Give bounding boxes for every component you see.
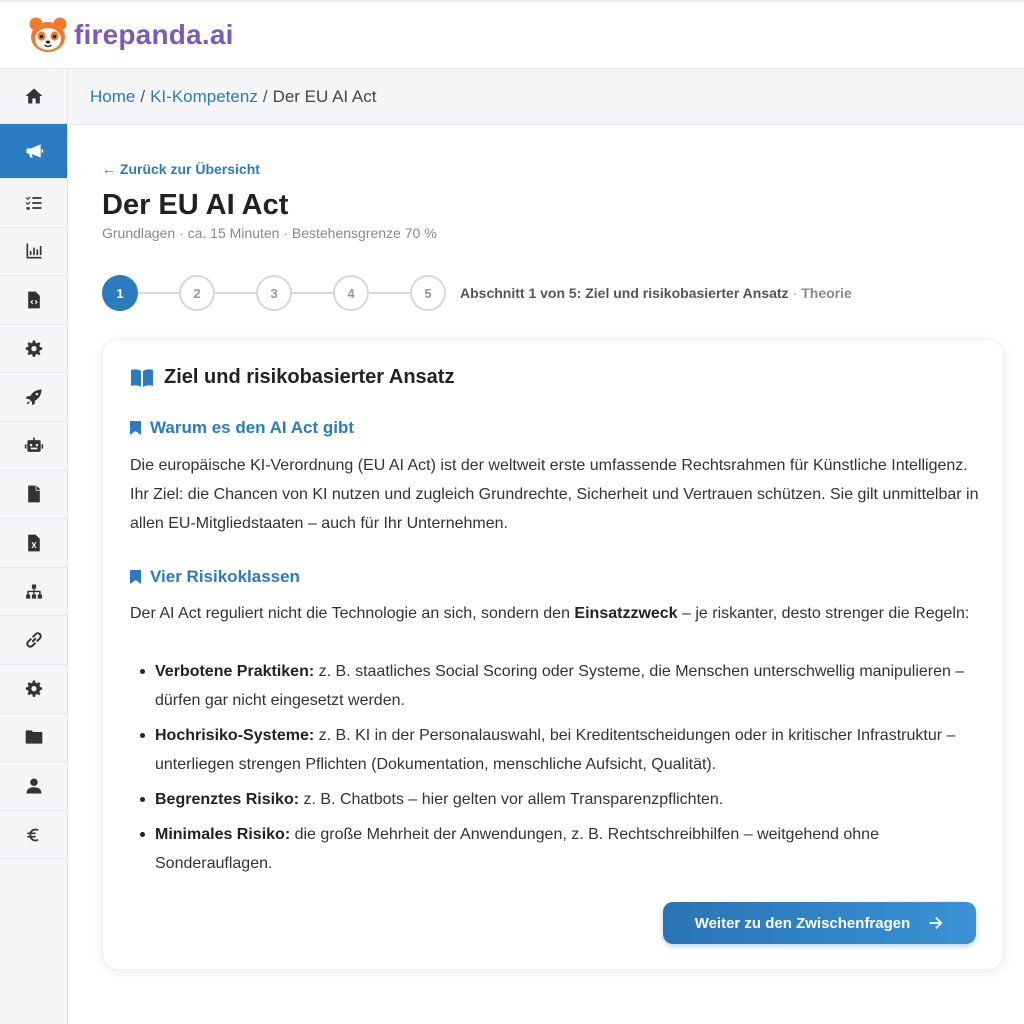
step-3[interactable]: 3 [256, 275, 292, 311]
step-connector [138, 292, 179, 294]
step-1[interactable]: 1 [102, 275, 138, 311]
panda-logo-icon [29, 17, 67, 52]
breadcrumb-separator: / [262, 86, 268, 106]
file-icon [27, 486, 40, 503]
breadcrumb: Home / KI-Kompetenz / Der EU AI Act [68, 69, 1024, 125]
main-content: ← Zurück zur Übersicht Der EU AI Act Gru… [68, 125, 1024, 1024]
list-item: Verbotene Praktiken: z. B. staatliches S… [130, 657, 980, 715]
sidebar-item-announcements[interactable] [0, 124, 67, 179]
step-caption-separator: · [792, 285, 798, 301]
logo[interactable]: firepanda.ai [28, 17, 234, 53]
sidebar-item-links[interactable] [0, 616, 67, 665]
step-connector [369, 292, 410, 294]
sidebar-item-admin-settings[interactable] [0, 665, 67, 714]
brand-name: firepanda.ai [74, 19, 234, 50]
gear-icon [25, 340, 42, 357]
section-heading-text: Warum es den AI Act gibt [150, 418, 355, 437]
risk-class-list: Verbotene Praktiken: z. B. staatliches S… [130, 657, 980, 884]
sidebar-item-code-file[interactable] [0, 276, 67, 325]
sidebar-item-bots[interactable] [0, 422, 67, 471]
breadcrumb-home-link[interactable]: Home [90, 87, 135, 107]
continue-to-questions-button[interactable]: Weiter zu den Zwischenfragen [663, 902, 976, 944]
sidebar [0, 69, 68, 1024]
bar-chart-icon [26, 243, 41, 259]
section-heading-why: Warum es den AI Act gibt [130, 418, 354, 438]
section-text-why: Die europäische KI-Verordnung (EU AI Act… [130, 457, 979, 532]
folder-icon [25, 730, 42, 744]
back-to-overview-link[interactable]: ← Zurück zur Übersicht [102, 161, 260, 177]
home-icon [25, 88, 42, 104]
card-title-text: Ziel und risikobasierter Ansatz [164, 366, 455, 388]
bookmark-icon [130, 570, 141, 584]
top-bar: firepanda.ai [0, 0, 1024, 69]
sidebar-item-home[interactable] [0, 69, 67, 124]
section-stepper: 1 2 3 4 5 Abschnitt 1 von 5: Ziel und ri… [102, 275, 852, 311]
robot-icon [24, 437, 43, 452]
breadcrumb-section-link[interactable]: KI-Kompetenz [150, 87, 258, 107]
sidebar-item-profile[interactable] [0, 762, 67, 811]
section-heading-risk-classes: Vier Risikoklassen [130, 567, 300, 587]
file-code-icon [27, 291, 40, 309]
section-heading-text: Vier Risikoklassen [150, 567, 300, 586]
megaphone-icon [26, 144, 43, 158]
list-item: Hochrisiko-Systeme: z. B. KI in der Pers… [130, 721, 980, 779]
step-connector [292, 292, 333, 294]
sidebar-item-launch[interactable] [0, 373, 67, 422]
open-book-icon [131, 368, 153, 387]
step-caption: Abschnitt 1 von 5: Ziel und risikobasier… [460, 285, 852, 301]
step-caption-title: Abschnitt 1 von 5: Ziel und risikobasier… [460, 285, 789, 301]
lesson-meta: Grundlagen · ca. 15 Minuten · Bestehensg… [102, 225, 437, 241]
card-title: Ziel und risikobasierter Ansatz [130, 366, 454, 389]
list-item: Minimales Risiko: die große Mehrheit der… [130, 820, 980, 878]
page-title: Der EU AI Act [102, 189, 289, 221]
link-icon [25, 632, 42, 648]
checklist-icon [25, 196, 41, 210]
sidebar-item-tasks[interactable] [0, 179, 67, 228]
gear-icon [25, 680, 42, 697]
step-2[interactable]: 2 [179, 275, 215, 311]
sidebar-item-reports[interactable] [0, 228, 67, 277]
step-5[interactable]: 5 [410, 275, 446, 311]
sitemap-icon [25, 584, 42, 599]
lesson-card: Ziel und risikobasierter Ansatz Warum es… [102, 339, 1004, 970]
step-type: Theorie [801, 285, 852, 301]
sidebar-item-billing[interactable] [0, 811, 67, 860]
user-icon [26, 778, 41, 794]
sidebar-item-documents[interactable] [0, 471, 67, 520]
continue-button-label: Weiter zu den Zwischenfragen [694, 914, 911, 932]
list-item: Begrenztes Risiko: z. B. Chatbots – hier… [130, 785, 980, 814]
step-connector [215, 292, 256, 294]
breadcrumb-separator: / [140, 86, 146, 106]
euro-icon [26, 828, 39, 841]
arrow-right-icon [929, 917, 943, 929]
section-intro-risk-classes: Der AI Act reguliert nicht die Technolog… [130, 605, 970, 622]
sidebar-item-folders[interactable] [0, 714, 67, 763]
rocket-icon [25, 389, 41, 406]
breadcrumb-current: Der EU AI Act [272, 86, 377, 106]
sidebar-item-spreadsheets[interactable] [0, 519, 67, 568]
sidebar-item-settings[interactable] [0, 325, 67, 374]
sidebar-item-structure[interactable] [0, 568, 67, 617]
step-4[interactable]: 4 [333, 275, 369, 311]
bookmark-icon [130, 421, 141, 435]
file-excel-icon [27, 534, 40, 552]
